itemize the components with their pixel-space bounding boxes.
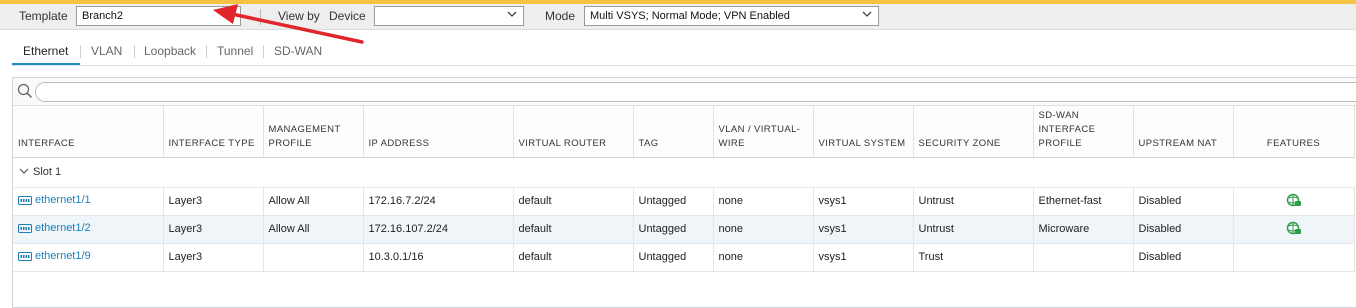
mode-select[interactable]: Multi VSYS; Normal Mode; VPN Enabled [584, 6, 879, 26]
cell-interface-type: Layer3 [163, 215, 264, 244]
template-label: Template [19, 9, 68, 23]
filter-input[interactable] [35, 82, 1356, 102]
cell-upstream-nat: Disabled [1133, 243, 1234, 272]
cell-features [1233, 243, 1355, 272]
column-header-tag[interactable]: TAG [633, 106, 714, 158]
tabs-divider [12, 65, 1356, 66]
column-header-vlan-virtual-wire[interactable]: VLAN / VIRTUAL- WIRE [713, 106, 814, 158]
group-row-slot-1[interactable]: Slot 1 [13, 157, 1354, 188]
column-header-management-profile[interactable]: MANAGEMENT PROFILE [263, 106, 364, 158]
tab-sd-wan[interactable]: SD-WAN [274, 38, 322, 64]
cell-vlan-virtual-wire: none [713, 243, 814, 272]
cell-virtual-system: vsys1 [813, 215, 914, 244]
tab-divider [134, 45, 135, 58]
template-select[interactable]: Branch2 [76, 6, 241, 26]
table-row[interactable]: ethernet1/2 Layer3 Allow All 172.16.107.… [13, 215, 1355, 244]
ethernet-port-icon [18, 195, 32, 205]
interfaces-grid: INTERFACE INTERFACE TYPE MANAGEMENT PROFI… [12, 77, 1356, 308]
cell-interface-type: Layer3 [163, 187, 264, 216]
cell-features [1233, 187, 1355, 216]
cell-virtual-system: vsys1 [813, 243, 914, 272]
column-header-virtual-router[interactable]: VIRTUAL ROUTER [513, 106, 634, 158]
mode-value: Multi VSYS; Normal Mode; VPN Enabled [590, 10, 790, 22]
column-header-sd-wan-interface-profile[interactable]: SD-WAN INTERFACE PROFILE [1033, 106, 1134, 158]
template-value: Branch2 [82, 10, 123, 22]
table-row[interactable]: ethernet1/9 Layer3 10.3.0.1/16 default U… [13, 243, 1355, 272]
cell-upstream-nat: Disabled [1133, 215, 1234, 244]
globe-feature-icon[interactable] [1286, 221, 1302, 235]
cell-interface-type: Layer3 [163, 243, 264, 272]
tab-divider [263, 45, 264, 58]
cell-management-profile: Allow All [263, 215, 364, 244]
interface-link[interactable]: ethernet1/9 [18, 250, 91, 262]
chevron-down-icon [862, 11, 872, 17]
cell-sd-wan-profile: Ethernet-fast [1033, 187, 1134, 216]
cell-upstream-nat: Disabled [1133, 187, 1234, 216]
device-label: Device [329, 9, 366, 23]
cell-vlan-virtual-wire: none [713, 187, 814, 216]
cell-tag: Untagged [633, 243, 714, 272]
cell-security-zone: Trust [913, 243, 1034, 272]
cell-virtual-router: default [513, 215, 634, 244]
cell-virtual-system: vsys1 [813, 187, 914, 216]
cell-sd-wan-profile [1033, 243, 1134, 272]
tab-tunnel[interactable]: Tunnel [217, 38, 253, 64]
chevron-down-icon[interactable] [19, 167, 29, 175]
cell-virtual-router: default [513, 243, 634, 272]
column-header-virtual-system[interactable]: VIRTUAL SYSTEM [813, 106, 914, 158]
view-by-label: View by [278, 9, 320, 23]
cell-tag: Untagged [633, 215, 714, 244]
column-header-upstream-nat[interactable]: UPSTREAM NAT [1133, 106, 1234, 158]
cell-management-profile [263, 243, 364, 272]
cell-management-profile: Allow All [263, 187, 364, 216]
column-header-features[interactable]: FEATURES [1233, 106, 1355, 158]
device-select[interactable] [374, 6, 524, 26]
ethernet-port-icon [18, 223, 32, 233]
tab-divider [80, 45, 81, 58]
search-icon[interactable] [17, 83, 33, 99]
cell-virtual-router: default [513, 187, 634, 216]
chevron-down-icon [507, 11, 517, 17]
filter-bar [13, 78, 1356, 106]
column-header-interface-type[interactable]: INTERFACE TYPE [163, 106, 264, 158]
cell-vlan-virtual-wire: none [713, 215, 814, 244]
ethernet-port-icon [18, 251, 32, 261]
cell-security-zone: Untrust [913, 215, 1034, 244]
cell-security-zone: Untrust [913, 187, 1034, 216]
cell-ip-address: 172.16.107.2/24 [363, 215, 514, 244]
mode-label: Mode [545, 9, 576, 23]
tab-vlan[interactable]: VLAN [91, 38, 122, 64]
cell-ip-address: 172.16.7.2/24 [363, 187, 514, 216]
tab-ethernet[interactable]: Ethernet [23, 38, 68, 64]
cell-tag: Untagged [633, 187, 714, 216]
interfaces-table: INTERFACE INTERFACE TYPE MANAGEMENT PROFI… [13, 106, 1355, 272]
group-label: Slot 1 [33, 166, 62, 178]
tab-loopback[interactable]: Loopback [144, 38, 196, 64]
cell-sd-wan-profile: Microware [1033, 215, 1134, 244]
tab-divider [206, 45, 207, 58]
divider [260, 9, 261, 25]
interface-link[interactable]: ethernet1/2 [18, 222, 91, 234]
column-header-ip-address[interactable]: IP ADDRESS [363, 106, 514, 158]
column-header-interface[interactable]: INTERFACE [13, 106, 164, 158]
column-header-security-zone[interactable]: SECURITY ZONE [913, 106, 1034, 158]
globe-feature-icon[interactable] [1286, 193, 1302, 207]
table-header-row: INTERFACE INTERFACE TYPE MANAGEMENT PROFI… [13, 106, 1355, 158]
interface-link[interactable]: ethernet1/1 [18, 194, 91, 206]
cell-ip-address: 10.3.0.1/16 [363, 243, 514, 272]
context-bar: Template Branch2 View by Device Mode Mul… [0, 4, 1356, 30]
cell-features [1233, 215, 1355, 244]
table-row[interactable]: ethernet1/1 Layer3 Allow All 172.16.7.2/… [13, 187, 1355, 216]
